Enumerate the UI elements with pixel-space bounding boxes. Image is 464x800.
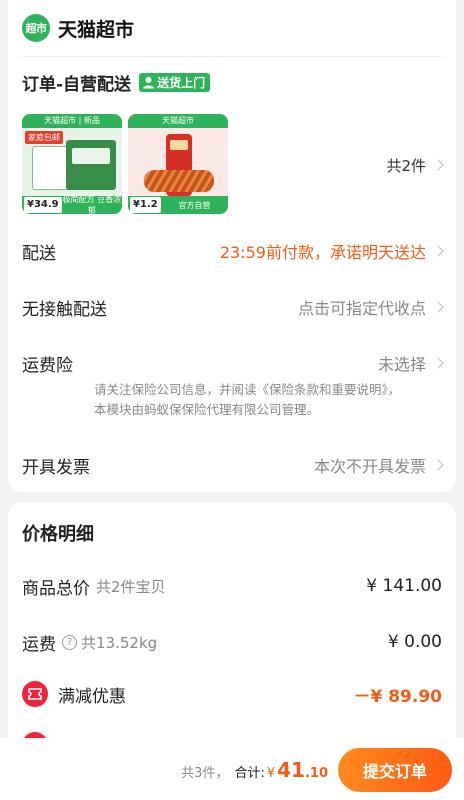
chevron-right-icon [432, 357, 444, 369]
goods-total-label: 商品总价 [22, 578, 90, 599]
chevron-right-icon [432, 245, 444, 257]
invoice-value: 本次不开具发票 [313, 453, 444, 477]
thumb-tag: 官方自营 [178, 200, 211, 210]
help-icon[interactable]: ? [62, 634, 77, 650]
chevron-right-icon [432, 459, 444, 471]
total-label: 合计: [234, 766, 265, 781]
insurance-note: 请关注保险公司信息，并阅读《保险条款和重要说明》，本模块由蚂蚁保保险代理有限公司… [94, 382, 401, 417]
insurance-status: 未选择 [377, 355, 426, 374]
total-item-count: 共3件， [181, 766, 229, 781]
delivery-promise: 23:59前付款，承诺明天送达 [219, 243, 426, 262]
thumb-tag: 极简配方 豆香浓郁 [62, 195, 122, 214]
shipping-fee-amount: ¥ 0.00 [387, 632, 442, 652]
order-title: 订单-自营配送 [22, 74, 132, 95]
price-detail-title: 价格明细 [22, 524, 94, 545]
divider [22, 56, 442, 57]
checkout-bar: 共3件， 合计: ¥ 41 .10 提交订单 [0, 738, 464, 800]
item-count-link[interactable]: 共2件 [386, 154, 444, 176]
product-box-icon [66, 140, 116, 190]
shipping-fee-label: 运费 [22, 634, 56, 655]
total-integer: 41 [277, 758, 305, 782]
thumb-banner: 天猫超市 | 新品 [22, 114, 122, 128]
store-name: 天猫超市 [58, 18, 135, 41]
invoice-label: 开具发票 [22, 457, 90, 478]
shipping-weight: 共13.52kg [81, 633, 158, 652]
contactless-delivery-row[interactable]: 无接触配送 点击可指定代收点 [22, 294, 444, 320]
full-reduction-amount: －¥ 89.90 [353, 686, 442, 707]
ticket-icon [22, 681, 48, 707]
goods-count: 共2件宝贝 [96, 577, 166, 596]
thumb-footer: ¥34.9 极简配方 豆香浓郁 [22, 195, 122, 214]
thumb-banner: 天猫超市 [128, 114, 228, 128]
home-delivery-badge: 送货上门 [139, 72, 211, 92]
full-reduction-label: 满减优惠 [58, 686, 126, 707]
insurance-value: 未选择 [377, 351, 444, 375]
goods-total-row: 商品总价 共2件宝贝 ¥ 141.00 [22, 573, 442, 599]
invoice-status: 本次不开具发票 [313, 457, 426, 476]
order-total: 共3件， 合计: ¥ 41 .10 [181, 758, 328, 782]
submit-order-button[interactable]: 提交订单 [338, 748, 452, 792]
invoice-row[interactable]: 开具发票 本次不开具发票 [22, 452, 444, 478]
delivery-row[interactable]: 配送 23:59前付款，承诺明天送达 [22, 238, 444, 264]
product-thumbnail-snack[interactable]: 天猫超市 ¥1.2 官方自营 [128, 114, 228, 214]
shipping-insurance-row[interactable]: 运费险 未选择 [22, 350, 444, 376]
total-currency: ¥ [266, 766, 276, 781]
store-header[interactable]: 超市 天猫超市 [22, 14, 134, 42]
delivery-label: 配送 [22, 243, 56, 264]
badge-label: 送货上门 [157, 75, 206, 90]
thumb-price: ¥1.2 [130, 197, 161, 213]
store-logo: 超市 [22, 14, 50, 42]
chevron-right-icon [432, 159, 444, 171]
total-decimal: .10 [304, 766, 328, 781]
order-card: 超市 天猫超市 订单-自营配送 送货上门 天猫超市 | 新品 家庭包邮 ¥34.… [8, 0, 456, 492]
delivery-value: 23:59前付款，承诺明天送达 [219, 239, 444, 263]
thumb-corner-tag: 家庭包邮 [25, 131, 63, 144]
thumb-price: ¥34.9 [24, 197, 62, 213]
goods-total-amount: ¥ 141.00 [366, 576, 442, 596]
insurance-label: 运费险 [22, 355, 73, 376]
contactless-label: 无接触配送 [22, 299, 107, 320]
thumb-footer: ¥1.2 官方自营 [128, 196, 228, 214]
order-type-row: 订单-自营配送 送货上门 [22, 70, 211, 95]
shipping-fee-row: 运费 ? 共13.52kg ¥ 0.00 [22, 629, 442, 655]
full-reduction-row[interactable]: 满减优惠 －¥ 89.90 [22, 681, 442, 707]
contactless-value: 点击可指定代收点 [297, 295, 444, 319]
item-count: 共2件 [386, 156, 426, 175]
product-sticks-icon [144, 170, 214, 192]
product-thumbnail-soymilk[interactable]: 天猫超市 | 新品 家庭包邮 ¥34.9 极简配方 豆香浓郁 [22, 114, 122, 214]
contactless-hint: 点击可指定代收点 [297, 299, 426, 318]
person-icon [143, 76, 155, 88]
chevron-right-icon [432, 301, 444, 313]
